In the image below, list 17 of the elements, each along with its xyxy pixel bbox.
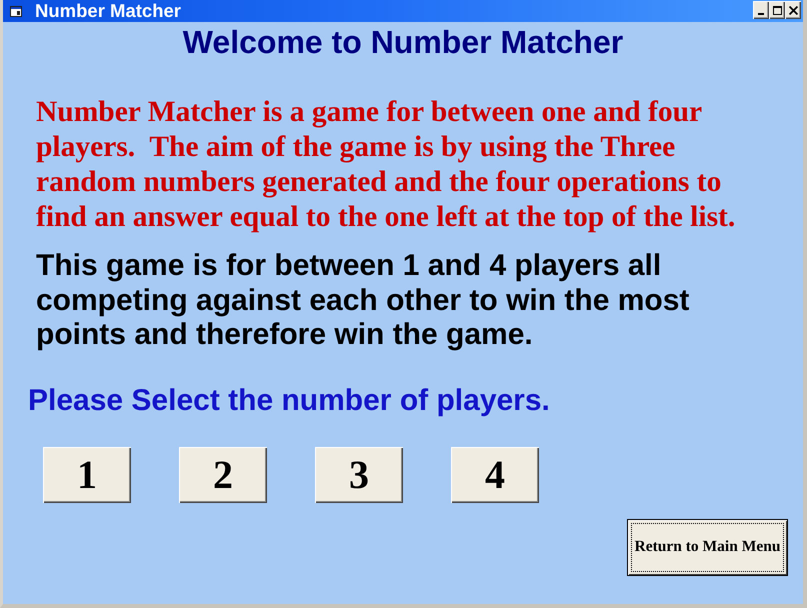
return-to-menu-button[interactable]: Return to Main Menu: [627, 518, 788, 576]
window-icon: [10, 6, 22, 16]
welcome-heading: Welcome to Number Matcher: [182, 24, 624, 60]
player-count-prompt: Please Select the number of players.: [28, 384, 551, 416]
window-title: Number Matcher: [35, 0, 181, 22]
description-paragraph: This game is for between 1 and 4 players all competing against each other to win the most points and therefore win the game.: [36, 249, 690, 352]
player-count-button[interactable]: 2: [179, 446, 267, 502]
player-count-button[interactable]: 4: [451, 446, 539, 502]
minimize-button[interactable]: [753, 1, 769, 19]
maximize-icon: [772, 6, 782, 15]
player-count-button[interactable]: 1: [43, 446, 131, 502]
intro-paragraph: Number Matcher is a game for between one and four players. The aim of the game is by using the Three random numbers generated and the four operations to find an answer equal to the one left at the top of the list.: [36, 95, 736, 235]
maximize-button[interactable]: [769, 1, 785, 19]
close-icon: [788, 6, 798, 15]
close-button[interactable]: [785, 1, 801, 19]
player-count-button[interactable]: 3: [315, 446, 403, 502]
minimize-icon: [758, 13, 764, 15]
